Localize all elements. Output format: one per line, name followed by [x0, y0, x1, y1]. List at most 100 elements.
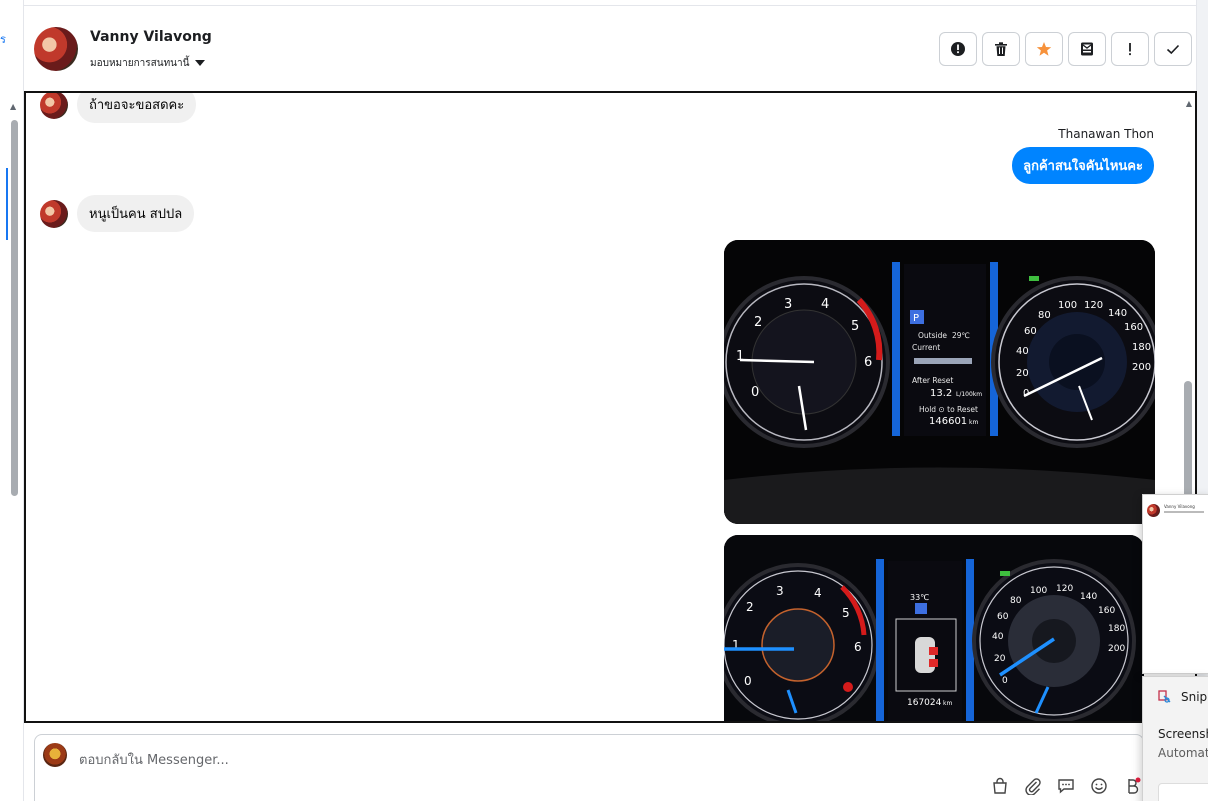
display-odometer: 167024: [907, 698, 942, 708]
tacho-label: 3: [784, 297, 792, 312]
tacho-label: 4: [821, 297, 829, 312]
snipping-tool-notification[interactable]: Snipp Screensh Automat: [1142, 676, 1208, 801]
chat-reply-icon: [1058, 779, 1074, 794]
caret-down-icon: [195, 60, 206, 66]
speedo-label: 140: [1080, 592, 1097, 602]
preview-line: [1164, 511, 1204, 513]
mark-unread-icon: [1081, 42, 1093, 56]
display-outside: Outside: [918, 331, 947, 340]
speedo-label: 40: [992, 632, 1004, 642]
reply-input[interactable]: ตอบกลับใน Messenger...: [79, 749, 229, 770]
preview-name: Vanny Vilavong: [1164, 504, 1195, 509]
tacho-label: 1: [736, 349, 744, 364]
mark-unread-button[interactable]: [1068, 32, 1106, 66]
mark-done-button[interactable]: [1154, 32, 1192, 66]
snip-action-button[interactable]: [1158, 783, 1208, 801]
speedo-label: 20: [1016, 368, 1029, 379]
tacho-label: 0: [751, 385, 759, 400]
speedo-label: 200: [1132, 362, 1151, 373]
snip-preview-thumbnail[interactable]: Vanny Vilavong: [1142, 494, 1208, 674]
checkmark-icon: [1166, 44, 1180, 55]
tacho-label: 4: [814, 586, 822, 600]
inbox-window: ร ▲ Vanny Vilavong มอบหมายการสนทนานี้ ▲ …: [0, 0, 1208, 801]
display-current: Current: [912, 343, 940, 352]
list-text-fragment: ร: [0, 33, 6, 46]
speedo-label: 120: [1056, 584, 1073, 594]
speedo-label: 180: [1132, 342, 1151, 353]
snip-app-name: Snipp: [1181, 690, 1208, 704]
tacho-label: 5: [851, 319, 859, 334]
speedo-label: 80: [1038, 310, 1051, 321]
speedo-label: 160: [1098, 606, 1115, 616]
list-scrollbar[interactable]: [11, 120, 18, 496]
message-bubble[interactable]: หนูเป็นคน สปปล: [77, 195, 195, 232]
tacho-label: 6: [854, 640, 862, 654]
thread-scroll-up-arrow[interactable]: ▲: [1186, 99, 1192, 108]
message-incoming: หนูเป็นคน สปปล: [40, 195, 195, 232]
payment-button[interactable]: [1122, 776, 1142, 796]
speedo-label: 140: [1108, 308, 1127, 319]
instrument-cluster-photo: 0 1 2 3 4 5 6 P Outside 29℃ Current Afte…: [724, 240, 1155, 524]
message-incoming: ถ้าขอจะขอสดคะ: [40, 93, 197, 123]
delete-button[interactable]: [982, 32, 1020, 66]
display-temp: 29℃: [952, 331, 970, 340]
active-indicator: [6, 168, 8, 240]
speedo-label: 0: [1002, 676, 1008, 686]
contact-avatar[interactable]: [34, 27, 78, 71]
emoji-button[interactable]: [1089, 776, 1109, 796]
important-button[interactable]: [1111, 32, 1149, 66]
star-button[interactable]: [1025, 32, 1063, 66]
exclamation-icon: [1129, 43, 1131, 56]
photo-attachment[interactable]: 0 1 2 3 4 5 6 P Outside 29℃ Current Afte…: [724, 240, 1155, 524]
display-after-reset: After Reset: [912, 376, 953, 385]
conversation-header: Vanny Vilavong มอบหมายการสนทนานี้: [24, 6, 1196, 90]
tacho-label: 2: [746, 600, 754, 614]
preview-avatar: [1147, 504, 1160, 517]
speedo-label: 100: [1058, 300, 1077, 311]
thread-scrollbar[interactable]: [1184, 381, 1192, 501]
reply-composer[interactable]: ตอบกลับใน Messenger...: [34, 734, 1144, 801]
svg-text:P: P: [913, 313, 919, 324]
message-bubble[interactable]: ถ้าขอจะขอสดคะ: [77, 93, 197, 123]
assign-label: มอบหมายการสนทนานี้: [90, 58, 190, 69]
list-scroll-up-arrow[interactable]: ▲: [10, 102, 16, 111]
speedo-label: 20: [994, 654, 1006, 664]
contact-name[interactable]: Vanny Vilavong: [90, 29, 212, 45]
tacho-label: 6: [864, 355, 872, 370]
alert-button[interactable]: [939, 32, 977, 66]
speedo-label: 120: [1084, 300, 1103, 311]
speedo-label: 60: [997, 612, 1009, 622]
shop-button[interactable]: [990, 776, 1010, 796]
instrument-cluster-photo: 0 1 2 3 4 5 6 33℃ 167024 km 0 20 40 60 8…: [724, 535, 1144, 721]
message-bubble-outgoing[interactable]: ลูกค้าสนใจคันไหนคะ: [1012, 147, 1154, 184]
speedo-label: 100: [1030, 586, 1047, 596]
composer-toolbar: [990, 776, 1142, 796]
header-actions: [939, 32, 1192, 66]
conversation-list-edge: ร ▲: [0, 0, 24, 801]
message-thread[interactable]: ▲ ถ้าขอจะขอสดคะ Thanawan Thon ลูกค้าสนใจ…: [24, 91, 1197, 723]
speedo-label: 200: [1108, 644, 1125, 654]
shopping-bag-icon: [993, 777, 1007, 794]
snip-title: Screensh: [1158, 727, 1208, 741]
page-avatar: [43, 743, 67, 767]
outgoing-sender-name: Thanawan Thon: [1058, 127, 1154, 141]
speedo-label: 60: [1024, 326, 1037, 337]
snip-subtitle: Automat: [1158, 746, 1208, 760]
sender-avatar: [40, 93, 68, 119]
attach-button[interactable]: [1023, 776, 1043, 796]
sender-avatar: [40, 199, 68, 228]
speedo-label: 160: [1124, 322, 1143, 333]
speedo-label: 40: [1016, 346, 1029, 357]
display-odo-unit: km: [969, 419, 978, 426]
display-unit: L/100km: [956, 391, 982, 398]
saved-replies-button[interactable]: [1056, 776, 1076, 796]
currency-icon: [1128, 777, 1141, 794]
alert-circle-icon: [951, 42, 965, 56]
emoji-icon: [1091, 778, 1107, 794]
assign-conversation-dropdown[interactable]: มอบหมายการสนทนานี้: [90, 56, 206, 71]
display-odo-unit: km: [943, 700, 952, 707]
tacho-label: 0: [744, 674, 752, 688]
display-odometer: 146601: [929, 416, 967, 427]
photo-attachment[interactable]: 0 1 2 3 4 5 6 33℃ 167024 km 0 20 40 60 8…: [724, 535, 1144, 721]
display-temp: 33℃: [910, 593, 929, 602]
